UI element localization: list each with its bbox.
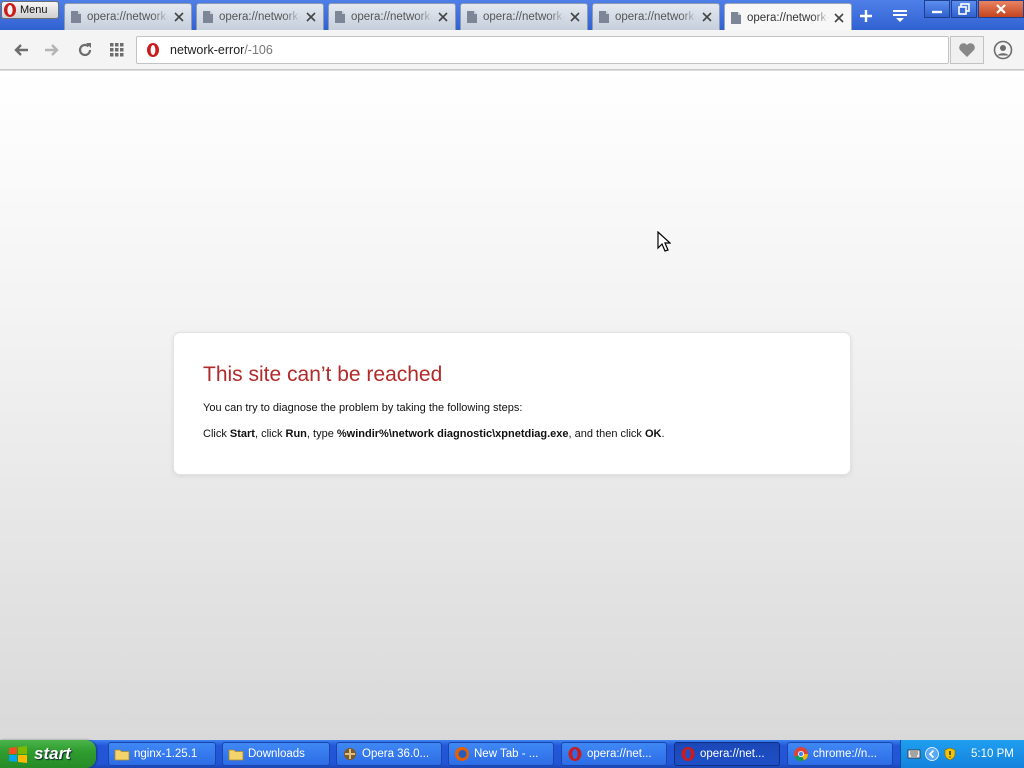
taskbar-item-label: Opera 36.0... [362,748,430,760]
tab-title: opera://network-error/-106 [615,11,697,23]
page-icon [599,11,609,23]
keyboard-icon[interactable] [907,747,921,761]
close-tab-icon[interactable] [701,11,713,23]
bookmark-button[interactable] [950,36,984,64]
opera-menu-button[interactable]: Menu [1,1,59,19]
close-icon [996,4,1006,14]
security-shield-icon[interactable] [943,747,957,761]
heart-icon [959,43,975,57]
plus-icon [860,10,872,22]
taskbar-item-active[interactable]: opera://net... [674,742,780,766]
start-button[interactable]: start [0,740,96,768]
tab-title: opera://network-error/-106 [351,11,433,23]
minimize-icon [932,10,942,14]
account-button[interactable] [992,39,1014,61]
tab-title: opera://network-error/-106 [483,11,565,23]
error-intro: You can try to diagnose the problem by t… [203,402,523,414]
taskbar-item-label: Downloads [248,748,305,760]
opera-icon [681,747,695,761]
taskbar-item-label: opera://net... [587,748,652,760]
forward-arrow-icon [45,44,59,56]
error-card: This site can’t be reached You can try t… [174,333,850,474]
taskbar-item-label: chrome://n... [813,748,877,760]
restore-button[interactable] [951,0,977,18]
opera-icon [568,747,582,761]
close-tab-icon[interactable] [173,11,185,23]
taskbar-item[interactable]: Downloads [222,742,330,766]
taskbar-item-label: opera://net... [700,748,765,760]
error-step: Click Start, click Run, type %windir%\ne… [203,428,665,440]
taskbar-item[interactable]: Opera 36.0... [336,742,442,766]
close-tab-icon[interactable] [569,11,581,23]
tab-menu-button[interactable] [890,6,910,26]
tab[interactable]: opera://network-error/-106 [196,3,324,30]
taskbar: start nginx-1.25.1 Downloads Opera 36.0.… [0,740,1024,768]
tab-menu-icon [893,10,907,22]
menu-label: Menu [20,4,48,16]
url-path: /-106 [244,43,273,57]
speed-dial-button[interactable] [107,40,127,60]
firefox-icon [455,747,469,761]
url-host: network-error [170,43,245,57]
user-icon [993,40,1013,60]
error-title: This site can’t be reached [203,363,443,386]
tab[interactable]: opera://network-error/-106 [460,3,588,30]
page-icon [467,11,477,23]
tab[interactable]: opera://network-error/-106 [592,3,720,30]
clock: 5:10 PM [971,748,1014,760]
minimize-button[interactable] [924,0,950,18]
page-icon [335,11,345,23]
restore-icon [958,3,970,15]
mouse-cursor-icon [657,231,671,252]
system-tray: 5:10 PM [900,740,1024,768]
page-icon [731,12,741,24]
page-content: This site can’t be reached You can try t… [0,71,1024,740]
opera-o-icon [147,43,159,57]
grid-icon [110,43,124,57]
back-button[interactable] [11,40,31,60]
reload-button[interactable] [75,40,95,60]
page-icon [71,11,81,23]
tab[interactable]: opera://network-error/-106 [64,3,192,30]
close-tab-icon[interactable] [437,11,449,23]
folder-icon [228,749,244,761]
taskbar-item-label: nginx-1.25.1 [134,748,198,760]
taskbar-item[interactable]: nginx-1.25.1 [108,742,216,766]
tab-title: opera://network-error/-106 [219,11,301,23]
installer-icon [344,748,356,760]
opera-logo-icon [4,3,16,17]
chrome-icon [794,747,808,762]
taskbar-item-label: New Tab - ... [474,748,539,760]
new-tab-button[interactable] [856,6,876,26]
tab-strip: Menu opera://network-error/-106 opera://… [0,0,1024,32]
tab-title: opera://network-error/-106 [747,12,829,24]
navigation-toolbar: network-error/-106 [0,30,1024,70]
close-window-button[interactable] [978,0,1024,18]
windows-flag-icon [9,746,27,763]
close-tab-icon[interactable] [833,12,845,24]
address-bar[interactable]: network-error/-106 [136,36,949,64]
back-arrow-icon [14,44,28,56]
tab-active[interactable]: opera://network-error/-106 [724,3,852,32]
start-label: start [34,744,71,763]
taskbar-item[interactable]: opera://net... [561,742,667,766]
forward-button[interactable] [42,40,62,60]
tab-title: opera://network-error/-106 [87,11,169,23]
page-icon [203,11,213,23]
folder-icon [114,749,130,761]
taskbar-item[interactable]: chrome://n... [787,742,893,766]
reload-icon [78,43,92,57]
tab[interactable]: opera://network-error/-106 [328,3,456,30]
chevron-left-icon[interactable] [925,747,939,761]
close-tab-icon[interactable] [305,11,317,23]
taskbar-item[interactable]: New Tab - ... [448,742,554,766]
